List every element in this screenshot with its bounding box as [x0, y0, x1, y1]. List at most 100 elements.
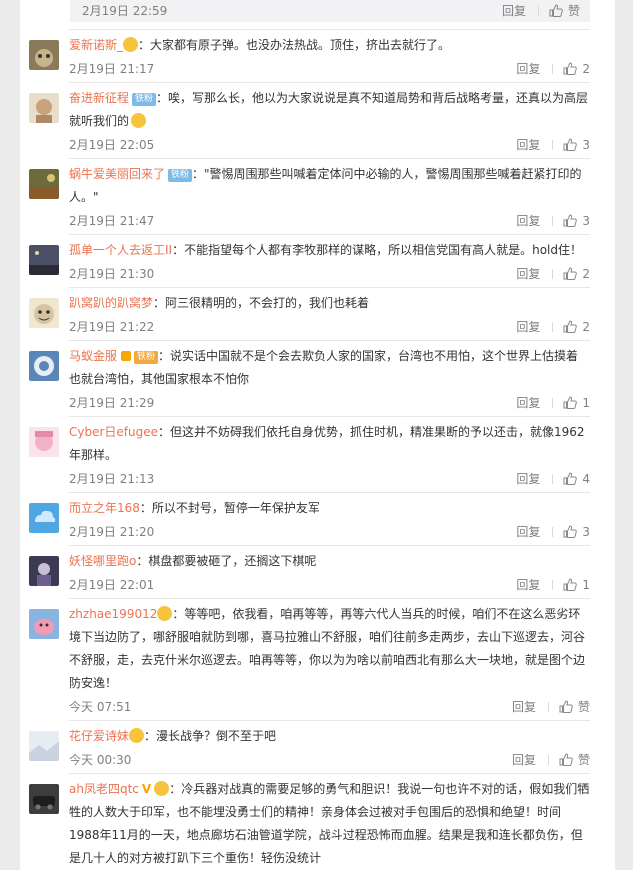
- username[interactable]: 花仔爱诗妹: [69, 729, 129, 743]
- avatar[interactable]: [29, 556, 59, 586]
- avatar[interactable]: [29, 298, 59, 328]
- comment-actions: 回复 4: [516, 470, 590, 487]
- thumbs-up-icon[interactable]: [559, 700, 573, 713]
- reply-button[interactable]: 回复: [512, 700, 536, 714]
- thumbs-up-icon[interactable]: [563, 396, 578, 409]
- thumbs-up-icon[interactable]: [563, 525, 578, 538]
- divider: [547, 755, 549, 765]
- comment-text: 趴窝趴的趴窝梦：阿三很精明的，不会打的，我们也耗着: [69, 292, 590, 315]
- comment-actions: 回复 1: [516, 576, 590, 593]
- thumbs-up-icon[interactable]: [563, 214, 578, 227]
- avatar[interactable]: [29, 503, 59, 533]
- divider: [69, 492, 590, 493]
- avatar[interactable]: [29, 245, 59, 275]
- reply-actions: 回复 赞: [502, 2, 580, 19]
- like-label[interactable]: 赞: [578, 753, 590, 767]
- username[interactable]: 蜗牛爱美丽回来了: [69, 167, 165, 181]
- divider: [69, 598, 590, 599]
- reply-button[interactable]: 回复: [516, 138, 540, 152]
- avatar[interactable]: [29, 351, 59, 381]
- avatar[interactable]: [29, 784, 59, 814]
- reply-button[interactable]: 回复: [502, 4, 526, 18]
- comment-body: ：所以不封号，暂停一年保护友军: [139, 501, 320, 515]
- divider: [69, 82, 590, 83]
- thumbs-up-icon[interactable]: [563, 62, 578, 75]
- avatar[interactable]: [29, 169, 59, 199]
- avatar[interactable]: [29, 427, 59, 457]
- like-label[interactable]: 赞: [568, 4, 580, 18]
- comment-text: 奋进新征程 铁粉 ：唉，写那么长，他以为大家说说是真不知道局势和背后战略考量，还真以…: [69, 87, 590, 133]
- comment-actions: 回复 1: [516, 394, 590, 411]
- comment-text: 花仔爱诗妹 ：漫长战争？倒不至于吧: [69, 725, 590, 748]
- like-count[interactable]: 4: [582, 472, 590, 486]
- comment-actions: 回复 赞: [512, 698, 590, 715]
- reply-button[interactable]: 回复: [516, 62, 540, 76]
- comment-date: 今天 07:51: [69, 700, 132, 714]
- thumbs-up-icon[interactable]: [549, 4, 563, 17]
- reply-date: 2月19日 22:59: [82, 4, 168, 18]
- reply-button[interactable]: 回复: [512, 753, 536, 767]
- reply-button[interactable]: 回复: [516, 396, 540, 410]
- comment-meta: 2月19日 21:47 回复 3: [69, 212, 590, 232]
- comment-text: 孤单一个人去返工II：不能指望每个人都有李牧那样的谋略，所以相信党国有高人就是。…: [69, 239, 590, 262]
- comment-actions: 回复 2: [516, 60, 590, 77]
- comment-actions: 回复 3: [516, 212, 590, 229]
- comment-meta: 2月19日 21:30 回复 2: [69, 265, 590, 285]
- username[interactable]: 妖怪哪里跑o: [69, 554, 136, 568]
- like-count[interactable]: 2: [582, 320, 590, 334]
- username[interactable]: 爱新诺斯_: [69, 38, 123, 52]
- comment-date: 2月19日 21:22: [69, 320, 155, 334]
- username[interactable]: 马蚁金服: [69, 349, 117, 363]
- comment-date: 2月19日 21:47: [69, 214, 155, 228]
- comment-body: ：不能指望每个人都有李牧那样的谋略，所以相信党国有高人就是。hold住！: [172, 243, 582, 257]
- thumbs-up-icon[interactable]: [563, 320, 578, 333]
- username[interactable]: ah凤老四qtc: [69, 782, 139, 796]
- username[interactable]: 孤单一个人去返工II: [69, 243, 172, 257]
- divider: [69, 545, 590, 546]
- like-count[interactable]: 1: [582, 578, 590, 592]
- divider: [552, 322, 554, 332]
- divider: [69, 416, 590, 417]
- thumbs-up-icon[interactable]: [563, 267, 578, 280]
- emoji-icon: [129, 728, 145, 743]
- username[interactable]: 趴窝趴的趴窝梦: [69, 296, 153, 310]
- comment-meta: 2月19日 22:05 回复 3: [69, 136, 590, 156]
- reply-button[interactable]: 回复: [516, 578, 540, 592]
- like-count[interactable]: 1: [582, 396, 590, 410]
- avatar[interactable]: [29, 609, 59, 639]
- thumbs-up-icon[interactable]: [559, 753, 573, 766]
- reply-button[interactable]: 回复: [516, 267, 540, 281]
- comment-meta: 今天 07:51 回复 赞: [69, 698, 590, 718]
- reply-button[interactable]: 回复: [516, 320, 540, 334]
- reply-button[interactable]: 回复: [516, 214, 540, 228]
- username[interactable]: zhzhae199012: [69, 607, 157, 621]
- avatar[interactable]: [29, 93, 59, 123]
- comment-text: 马蚁金服 铁粉 ：说实话中国就不是个会去欺负人家的国家，台湾也不用怕，这个世界上估摸…: [69, 345, 590, 391]
- like-label[interactable]: 赞: [578, 700, 590, 714]
- reply-button[interactable]: 回复: [516, 472, 540, 486]
- comment-actions: 回复 2: [516, 265, 590, 282]
- like-count[interactable]: 3: [582, 138, 590, 152]
- divider: [69, 234, 590, 235]
- like-count[interactable]: 2: [582, 267, 590, 281]
- like-count[interactable]: 3: [582, 214, 590, 228]
- username[interactable]: 奋进新征程: [69, 91, 129, 105]
- username[interactable]: Cyber日efugee: [69, 425, 158, 439]
- comment-meta: 2月19日 21:29 回复 1: [69, 394, 590, 414]
- divider: [69, 720, 590, 721]
- like-count[interactable]: 3: [582, 525, 590, 539]
- fan-badge: 铁粉: [168, 169, 193, 182]
- like-count[interactable]: 2: [582, 62, 590, 76]
- avatar[interactable]: [29, 40, 59, 70]
- thumbs-up-icon[interactable]: [563, 138, 578, 151]
- reply-button[interactable]: 回复: [516, 525, 540, 539]
- thumbs-up-icon[interactable]: [563, 578, 578, 591]
- avatar[interactable]: [29, 731, 59, 761]
- comment-text: ah凤老四qtc V ：冷兵器对战真的需要足够的勇气和胆识！我说一句也许不对的话，假…: [69, 778, 590, 870]
- divider: [537, 6, 539, 16]
- verified-icon: V: [141, 782, 152, 796]
- divider: [552, 140, 554, 150]
- thumbs-up-icon[interactable]: [563, 472, 578, 485]
- username[interactable]: 而立之年168: [69, 501, 140, 515]
- comment-text: 蜗牛爱美丽回来了 铁粉 ："警惕周围那些叫喊着定体问中必输的人，警惕周围那些喊着赶紧…: [69, 163, 590, 209]
